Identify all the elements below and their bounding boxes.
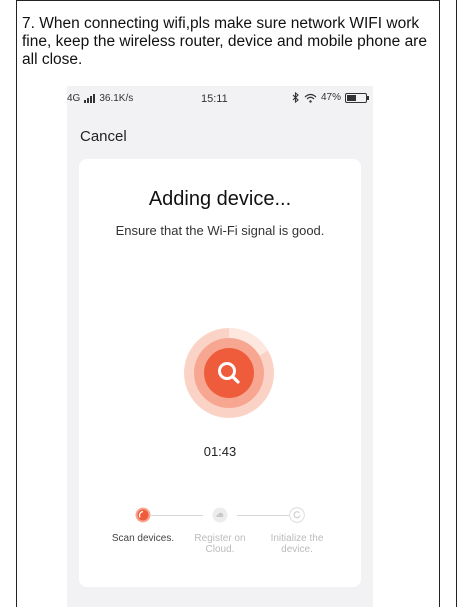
table-border-top <box>16 0 440 1</box>
card-subtitle: Ensure that the Wi-Fi signal is good. <box>115 223 325 238</box>
status-bar-left: 4G 36.1K/s <box>67 93 133 104</box>
table-border-far-right <box>456 0 457 607</box>
step-label-scan: Scan devices. <box>111 533 175 544</box>
status-bar-right: 47% <box>292 92 369 103</box>
battery-fill <box>347 94 356 101</box>
signal-icon <box>84 94 96 103</box>
network-type: 4G <box>67 93 81 104</box>
document-frame: 7. When connecting wifi,pls make sure ne… <box>0 0 458 607</box>
phone-screenshot: 4G 36.1K/s 15:11 47% Cancel Adding devic… <box>67 86 373 607</box>
step-connector-1 <box>151 515 203 516</box>
step-initialize-icon <box>289 507 305 523</box>
step-connector-2 <box>237 515 289 516</box>
network-speed: 36.1K/s <box>99 93 134 104</box>
step-scan-icon <box>135 507 151 523</box>
wifi-icon <box>304 93 317 103</box>
cancel-button[interactable]: Cancel <box>80 128 127 145</box>
adding-device-card: Adding device... Ensure that the Wi-Fi s… <box>79 159 361 587</box>
table-border-right <box>439 0 440 607</box>
elapsed-timer: 01:43 <box>203 444 237 459</box>
status-time: 15:11 <box>201 93 228 105</box>
step-label-initialize: Initialize the device. <box>270 533 324 555</box>
battery-icon <box>345 92 369 103</box>
progress-steps: Scan devices. Register on Cloud. Initial… <box>79 507 361 567</box>
scanning-radar <box>184 328 274 418</box>
status-bar: 4G 36.1K/s 15:11 47% <box>67 86 373 110</box>
step-cloud-icon <box>212 507 228 523</box>
battery-percent: 47% <box>320 92 341 103</box>
card-title: Adding device... <box>148 188 292 210</box>
instruction-text: 7. When connecting wifi,pls make sure ne… <box>22 15 427 68</box>
table-border-left <box>16 0 17 607</box>
radar-core <box>204 348 254 398</box>
bluetooth-icon <box>292 92 299 103</box>
step-label-register: Register on Cloud. <box>194 533 246 555</box>
